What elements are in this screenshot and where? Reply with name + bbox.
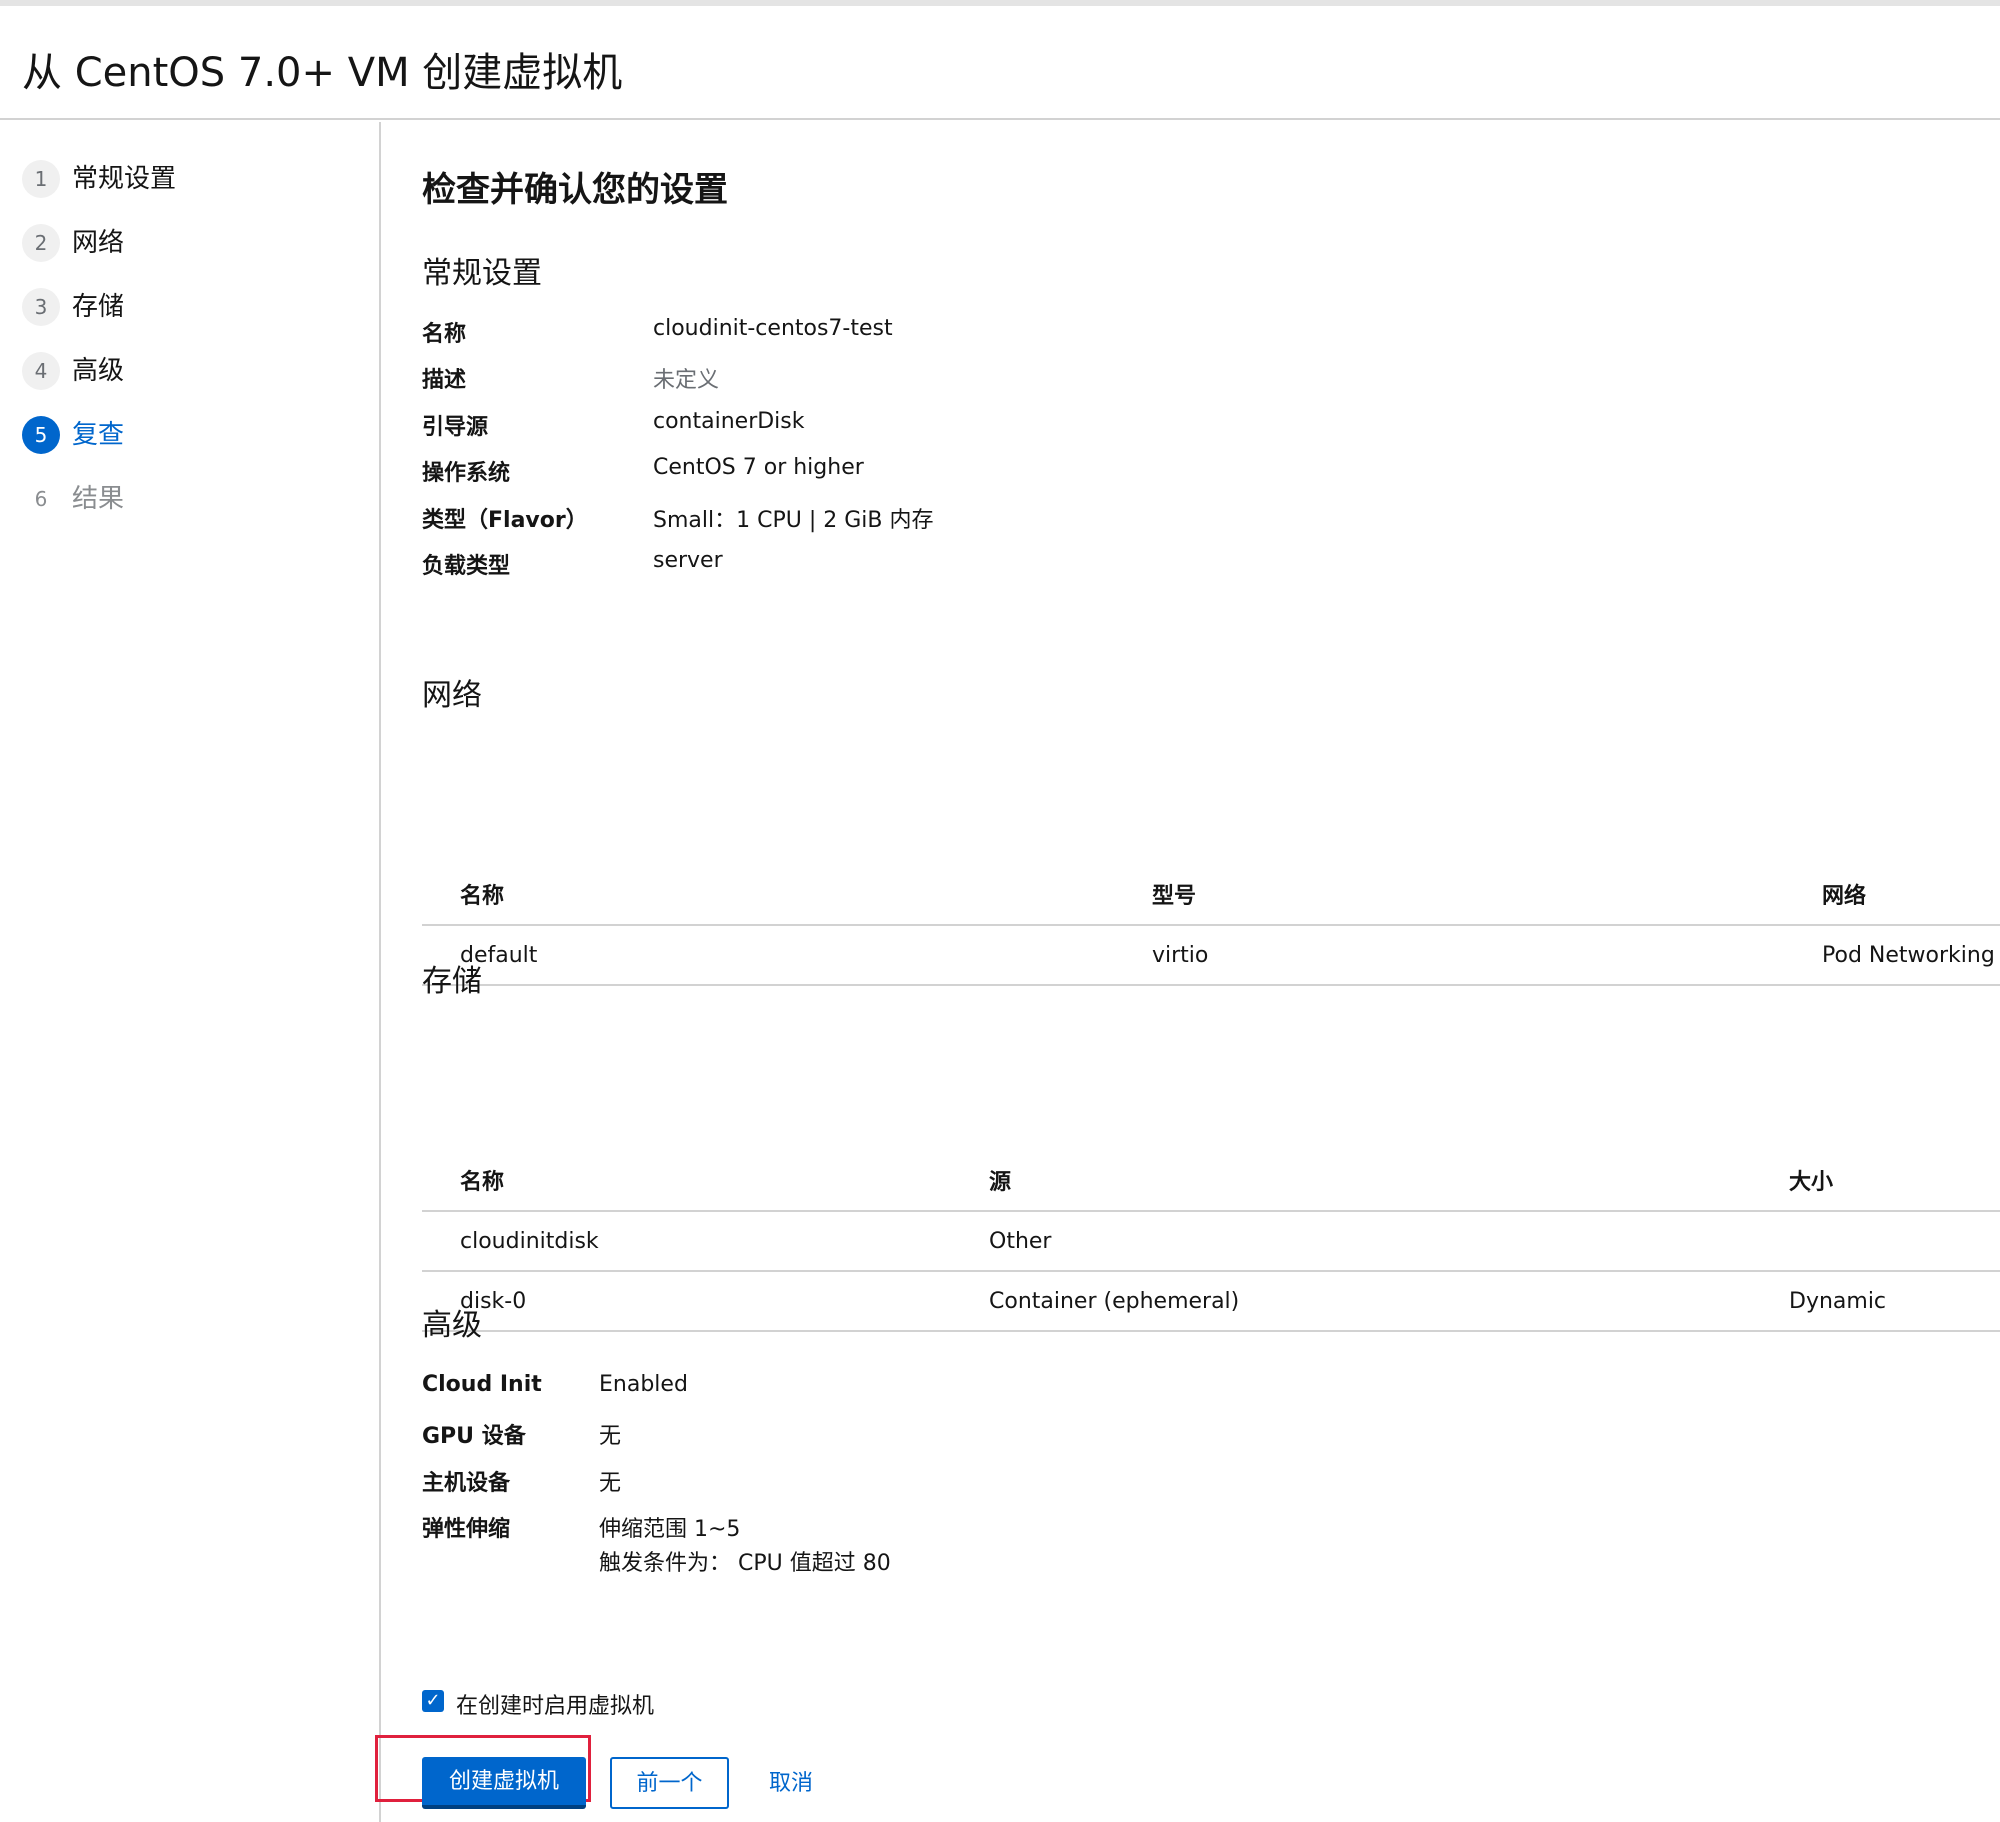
cell-disk-size	[1751, 1211, 2000, 1272]
section-title-advanced: 高级	[422, 1308, 482, 1343]
table-row: disk-0 Container (ephemeral) Dynamic	[422, 1271, 2000, 1332]
review-panel: 检查并确认您的设置 常规设置 名称 cloudinit-centos7-test…	[381, 122, 2000, 1822]
cell-disk-name: cloudinitdisk	[422, 1211, 951, 1272]
value-name: cloudinit-centos7-test	[653, 316, 893, 341]
storage-table: 名称 源 大小 cloudinitdisk Other disk-0 Conta…	[422, 1150, 2000, 1332]
page-header: 从 CentOS 7.0+ VM 创建虚拟机	[0, 6, 2000, 120]
column-header-network: 网络	[1784, 864, 2000, 926]
step-label: 存储	[72, 292, 125, 322]
term-os: 操作系统	[422, 461, 511, 486]
value-cloud-init: Enabled	[599, 1372, 688, 1397]
cell-nic-network: Pod Networking	[1784, 925, 2000, 986]
term-gpu-devices: GPU 设备	[422, 1424, 526, 1449]
term-boot-source: 引导源	[422, 415, 489, 440]
term-description: 描述	[422, 368, 467, 393]
table-header-row: 名称 源 大小	[422, 1150, 2000, 1212]
column-header-name: 名称	[422, 864, 1114, 926]
term-name: 名称	[422, 322, 467, 347]
value-workload: server	[653, 548, 723, 573]
cancel-button[interactable]: 取消	[751, 1757, 831, 1809]
cell-disk-source: Container (ephemeral)	[951, 1271, 1751, 1332]
table-row: default virtio Pod Networking	[422, 925, 2000, 986]
value-autoscaling-trigger: 触发条件为： CPU 值超过 80	[599, 1551, 891, 1576]
column-header-name: 名称	[422, 1150, 951, 1212]
value-os: CentOS 7 or higher	[653, 455, 864, 480]
term-workload: 负载类型	[422, 554, 511, 579]
term-autoscaling: 弹性伸缩	[422, 1517, 511, 1542]
cell-disk-source: Other	[951, 1211, 1751, 1272]
back-button[interactable]: 前一个	[610, 1757, 729, 1809]
column-header-size: 大小	[1751, 1150, 2000, 1212]
value-autoscaling-range: 伸缩范围 1~5	[599, 1517, 741, 1542]
page-title: 从 CentOS 7.0+ VM 创建虚拟机	[22, 50, 623, 96]
term-host-devices: 主机设备	[422, 1471, 511, 1496]
step-label: 常规设置	[72, 164, 177, 194]
cell-nic-name: default	[422, 925, 1114, 986]
step-number: 3	[22, 288, 60, 326]
value-description: 未定义	[653, 368, 720, 393]
step-number: 5	[22, 416, 60, 454]
start-on-create-label: 在创建时启用虚拟机	[456, 1694, 655, 1719]
cell-nic-model: virtio	[1114, 925, 1784, 986]
network-table: 名称 型号 网络 default virtio Pod Networking	[422, 864, 2000, 986]
table-header-row: 名称 型号 网络	[422, 864, 2000, 926]
step-label: 网络	[72, 228, 125, 258]
term-cloud-init: Cloud Init	[422, 1372, 542, 1397]
step-label: 高级	[72, 356, 125, 386]
term-flavor: 类型（Flavor）	[422, 508, 588, 533]
step-label: 复查	[72, 420, 125, 450]
step-number: 1	[22, 160, 60, 198]
value-gpu-devices: 无	[599, 1424, 622, 1449]
column-header-model: 型号	[1114, 864, 1784, 926]
value-boot-source: containerDisk	[653, 409, 805, 434]
step-label: 结果	[72, 484, 125, 514]
section-title-network: 网络	[422, 678, 482, 713]
start-on-create-checkbox[interactable]: ✓	[422, 1690, 444, 1712]
value-flavor: Small：1 CPU | 2 GiB 内存	[653, 508, 934, 533]
review-title: 检查并确认您的设置	[422, 170, 728, 210]
create-vm-button[interactable]: 创建虚拟机	[422, 1757, 586, 1809]
column-header-source: 源	[951, 1150, 1751, 1212]
cell-disk-name: disk-0	[422, 1271, 951, 1332]
cell-disk-size: Dynamic	[1751, 1271, 2000, 1332]
step-number: 2	[22, 224, 60, 262]
section-title-general: 常规设置	[422, 256, 542, 291]
table-row: cloudinitdisk Other	[422, 1211, 2000, 1272]
section-title-storage: 存储	[422, 964, 482, 999]
step-number: 4	[22, 352, 60, 390]
wizard-nav: 1 常规设置 2 网络 3 存储 4 高级 5 复查 6 结果	[0, 122, 381, 1822]
step-number: 6	[34, 487, 48, 511]
value-host-devices: 无	[599, 1471, 622, 1496]
